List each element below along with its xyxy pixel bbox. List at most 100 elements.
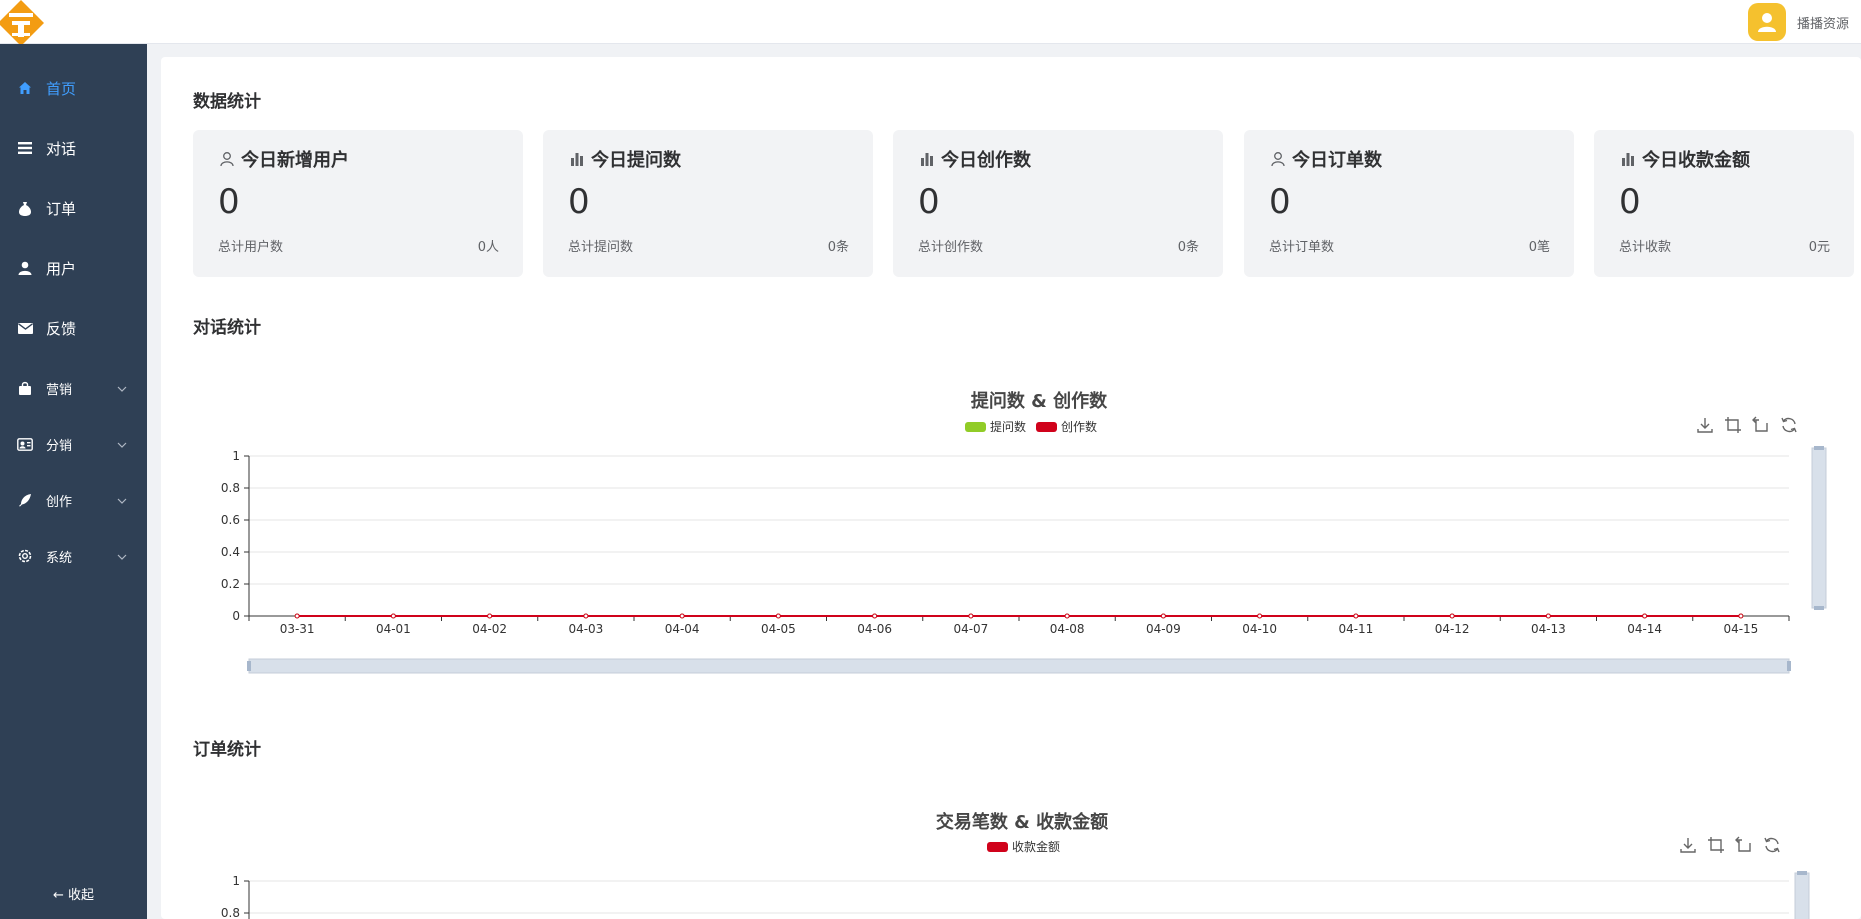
legend-label: 收款金额	[1012, 840, 1061, 854]
sidebar-item-label: 用户	[46, 259, 77, 278]
card-foot-label: 总计收款	[1619, 240, 1672, 255]
list-icon	[16, 139, 34, 157]
card-foot-value: 0条	[1177, 240, 1199, 255]
x-tick-label: 04-15	[1723, 622, 1758, 636]
legend-swatch	[1036, 421, 1058, 432]
x-tick-label: 04-08	[1050, 622, 1085, 636]
arrow-left-icon: ←	[52, 888, 64, 903]
legend-swatch	[987, 841, 1008, 852]
x-tick-label: 04-03	[568, 622, 603, 636]
x-tick-label: 04-04	[665, 622, 700, 636]
card-foot-value: 0笔	[1528, 240, 1550, 255]
stat-card-revenue: 今日收款金额 0 总计收款 0元	[1594, 130, 1854, 277]
collapse-label: 收起	[68, 888, 95, 903]
card-title: 今日新增用户	[241, 150, 349, 171]
x-zoom-slider	[248, 658, 1790, 674]
chart-title: 提问数 & 创作数	[970, 391, 1108, 412]
stat-card-questions: 今日提问数 0 总计提问数 0条	[543, 130, 873, 277]
card-foot-label: 总计创作数	[918, 240, 984, 255]
data-point	[1353, 613, 1359, 619]
legend-item[interactable]: 创作数	[1036, 418, 1097, 435]
chart-toolbox	[1679, 836, 1781, 854]
collapse-sidebar-button[interactable]: ← 收起	[0, 884, 147, 903]
card-foot-label: 总计用户数	[218, 240, 284, 255]
legend-item[interactable]: 提问数	[965, 418, 1026, 435]
card-value: 0	[1619, 182, 1641, 222]
x-tick-label: 04-01	[376, 622, 411, 636]
user-name[interactable]: 播播资源	[1797, 13, 1849, 32]
app-logo[interactable]	[0, 0, 48, 44]
zoom-reset-icon[interactable]	[1735, 836, 1753, 854]
sidebar-item-home[interactable]: 首页	[0, 64, 147, 112]
refresh-icon[interactable]	[1763, 836, 1781, 854]
stat-card-creations: 今日创作数 0 总计创作数 0条	[893, 130, 1223, 277]
top-header: 播播资源	[0, 0, 1861, 44]
envelope-icon	[16, 319, 34, 337]
stat-card-new-users: 今日新增用户 0 总计用户数 0人	[193, 130, 523, 277]
card-value: 0	[218, 182, 240, 222]
card-foot-value: 0元	[1808, 240, 1830, 255]
legend-label: 创作数	[1061, 420, 1098, 434]
legend-label: 提问数	[990, 420, 1027, 434]
chevron-down-icon	[117, 549, 127, 564]
sidebar-item-orders[interactable]: 订单	[0, 184, 147, 232]
bar-chart-icon	[569, 151, 585, 167]
data-point	[1738, 613, 1744, 619]
chart-legend: 提问数 创作数	[965, 418, 1107, 435]
x-tick-label: 04-13	[1531, 622, 1566, 636]
sidebar-item-creation[interactable]: 创作	[0, 476, 147, 524]
x-tick-label: 04-02	[472, 622, 507, 636]
sidebar-item-label: 订单	[46, 199, 77, 218]
sidebar-item-chat[interactable]: 对话	[0, 124, 147, 172]
x-tick-label: 04-12	[1435, 622, 1470, 636]
x-zoom-handle	[247, 661, 251, 671]
y-tick-label: 0.6	[221, 513, 240, 527]
card-title: 今日创作数	[941, 150, 1031, 171]
zoom-reset-icon[interactable]	[1752, 416, 1770, 434]
gear-icon	[16, 547, 34, 565]
sidebar-item-system[interactable]: 系统	[0, 532, 147, 580]
zoom-select-icon[interactable]	[1707, 836, 1725, 854]
chat-chart[interactable]: 0 0.2 0.4 0.6 0.8 1 03-31 04-01 04-02 04-03 04-04 0…	[161, 437, 1861, 737]
section-title-chat: 对话统计	[193, 318, 261, 338]
sidebar-item-distribution[interactable]: 分销	[0, 420, 147, 468]
x-tick-label: 04-09	[1146, 622, 1181, 636]
avatar[interactable]	[1747, 3, 1786, 41]
chart-title: 交易笔数 & 收款金额	[935, 812, 1109, 833]
x-tick-label: 03-31	[280, 622, 315, 636]
data-point	[294, 613, 300, 619]
download-icon[interactable]	[1696, 416, 1714, 434]
y-tick-label: 1	[232, 874, 240, 888]
legend-swatch	[965, 421, 986, 432]
sidebar-item-users[interactable]: 用户	[0, 244, 147, 292]
card-foot-label: 总计提问数	[568, 240, 634, 255]
x-tick-label: 04-05	[761, 622, 796, 636]
y-zoom-handle	[1797, 871, 1807, 875]
sidebar-item-feedback[interactable]: 反馈	[0, 304, 147, 352]
x-tick-label: 04-10	[1242, 622, 1277, 636]
card-foot-value: 0人	[477, 240, 499, 255]
x-tick-label: 04-11	[1338, 622, 1373, 636]
y-zoom-handle	[1814, 446, 1824, 450]
refresh-icon[interactable]	[1780, 416, 1798, 434]
sidebar-item-label: 营销	[46, 382, 73, 398]
sidebar-item-marketing[interactable]: 营销	[0, 364, 147, 412]
chevron-down-icon	[117, 493, 127, 508]
zoom-select-icon[interactable]	[1724, 416, 1742, 434]
y-tick-label: 1	[232, 449, 240, 463]
card-foot-value: 0条	[827, 240, 849, 255]
sidebar-item-label: 系统	[46, 550, 73, 566]
data-point	[487, 613, 493, 619]
legend-item[interactable]: 收款金额	[987, 838, 1060, 855]
stat-card-orders: 今日订单数 0 总计订单数 0笔	[1244, 130, 1574, 277]
orders-chart[interactable]: 0.81	[161, 862, 1861, 919]
feather-icon	[16, 491, 34, 509]
data-point	[1642, 613, 1648, 619]
section-title-orders: 订单统计	[193, 740, 261, 760]
chart-legend: 收款金额	[987, 838, 1070, 855]
card-foot-label: 总计订单数	[1269, 240, 1335, 255]
user-menu[interactable]: 播播资源	[1747, 0, 1849, 44]
card-value: 0	[1269, 182, 1291, 222]
chevron-down-icon	[117, 381, 127, 396]
download-icon[interactable]	[1679, 836, 1697, 854]
